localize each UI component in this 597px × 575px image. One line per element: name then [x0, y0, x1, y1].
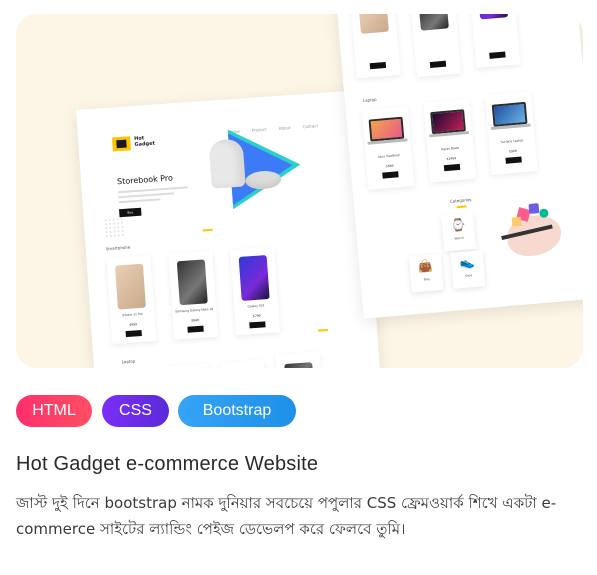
product-card [350, 14, 401, 79]
product-image [114, 263, 146, 310]
tag-css[interactable]: CSS [102, 395, 169, 427]
laptop-buy-button [505, 156, 522, 164]
site-logo [112, 136, 131, 152]
product-buy-button [187, 325, 204, 333]
bag-icon: 👜 [417, 258, 434, 274]
laptop-price: $599 [385, 163, 394, 169]
laptop-price: $999 [508, 148, 517, 154]
product-price: $999 [129, 322, 138, 327]
laptop-name: Razer Blade [441, 145, 460, 152]
website-mock-homepage: Hot Gadget Home Product About Contact Storeb… [76, 90, 382, 368]
product-name: Galaxy S21 [247, 303, 265, 309]
course-thumbnail[interactable]: Hot Gadget Home Product About Contact Storeb… [16, 14, 583, 368]
course-card[interactable]: Hot Gadget Home Product About Contact Storeb… [0, 0, 597, 575]
product-card [164, 363, 211, 368]
product-price: $949 [190, 317, 199, 323]
hero-text-lines [117, 186, 189, 206]
laptop-buy-button [382, 171, 399, 179]
product-buy-button [125, 329, 142, 338]
laptop-name: Surface Laptop [500, 138, 524, 145]
laptop-buy-button [443, 163, 461, 172]
website-mock-products: Laptop Asus VivoBook $599 Razer Blade $1… [336, 14, 583, 319]
hero-title: Storebook Pro [116, 173, 174, 187]
laptop-price: $1499 [446, 156, 457, 161]
category-card-bag: 👜 Bag [408, 253, 444, 293]
laptop-image [491, 101, 528, 127]
product-card [275, 351, 323, 368]
product-buy-button [249, 321, 266, 329]
product-image [176, 259, 208, 306]
course-description: জাস্ট দুই দিনে bootstrap নামক দুনিয়ার স… [16, 494, 557, 538]
product-name: iPhone 11 Pro [121, 311, 143, 318]
section-title-laptop: Laptop [121, 358, 136, 365]
laptop-card: Razer Blade $1499 [423, 98, 477, 183]
course-title[interactable]: Hot Gadget e-commerce Website [16, 453, 318, 476]
section-accent [456, 205, 467, 209]
shopping-illustration [494, 199, 569, 265]
watch-icon: ⌚ [450, 217, 467, 233]
product-card [410, 14, 461, 78]
hero-speaker-image [208, 124, 313, 211]
shoe-icon: 👟 [459, 254, 476, 271]
hero-buy-button: Buy [119, 207, 142, 218]
product-card [470, 14, 521, 69]
tag-html[interactable]: HTML [16, 395, 92, 427]
section-accent [202, 228, 213, 232]
product-price: $799 [252, 313, 261, 319]
laptop-image [368, 116, 405, 142]
site-logo-text: Hot Gadget [133, 135, 156, 148]
category-card-shoe: 👟 Shoe [450, 250, 486, 289]
laptop-name: Asus VivoBook [377, 153, 400, 159]
product-image [238, 255, 270, 301]
category-card-watch: ⌚ Watch [441, 212, 477, 252]
section-title-smartphone: Smartphone [105, 244, 131, 252]
tag-bootstrap[interactable]: Bootstrap [178, 395, 296, 427]
section-title-categories: Categories [449, 196, 472, 204]
product-card: iPhone 11 Pro $999 [106, 255, 157, 345]
section-accent [317, 328, 329, 332]
laptop-image [430, 109, 466, 135]
product-card: Galaxy S21 $799 [230, 246, 281, 336]
decorative-dots [103, 216, 125, 239]
product-card: Samsung Galaxy Note 10 $949 [168, 250, 219, 340]
laptop-card: Surface Laptop $999 [484, 91, 538, 176]
product-card [219, 359, 267, 368]
laptop-card: Asus VivoBook $599 [361, 106, 415, 190]
product-name: Samsung Galaxy Note 10 [175, 306, 214, 314]
section-title-laptop: Laptop [362, 96, 377, 104]
